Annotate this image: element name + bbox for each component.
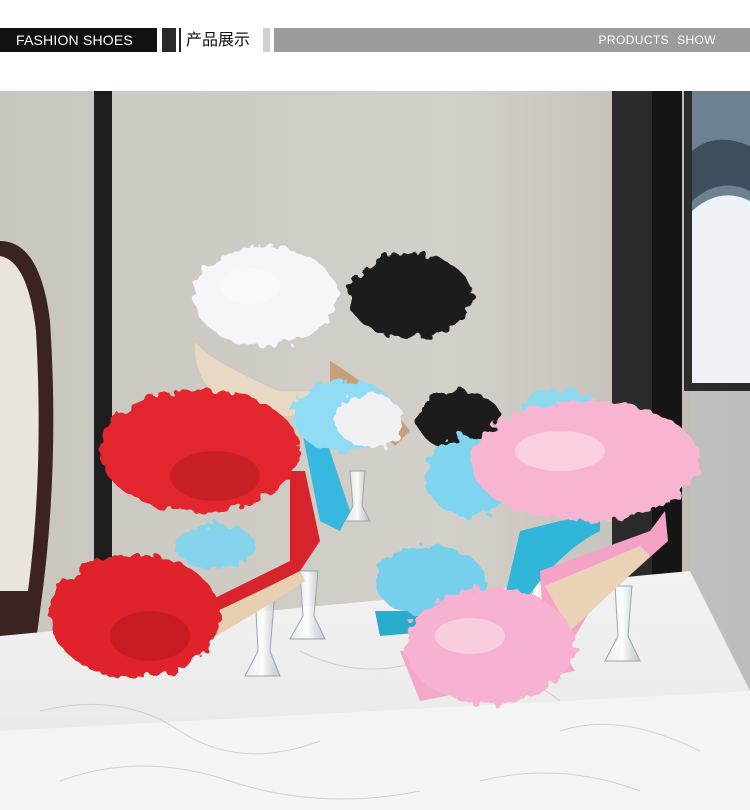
header-divider-line [179,28,181,52]
section-header: FASHION SHOES 产品展示 PRODUCTS SHOW [0,28,750,52]
fashion-shoes-tag: FASHION SHOES [0,28,157,52]
header-gray-divider [263,28,270,52]
products-word: PRODUCTS [598,33,670,47]
product-display-title: 产品展示 [186,30,251,49]
feather-sandals-image [0,91,750,810]
product-photo [0,91,750,810]
header-gray-bar: PRODUCTS SHOW [274,28,750,52]
show-word: SHOW [677,33,716,47]
header-divider-block [162,28,176,52]
products-show-label: PRODUCTS SHOW [599,28,716,52]
